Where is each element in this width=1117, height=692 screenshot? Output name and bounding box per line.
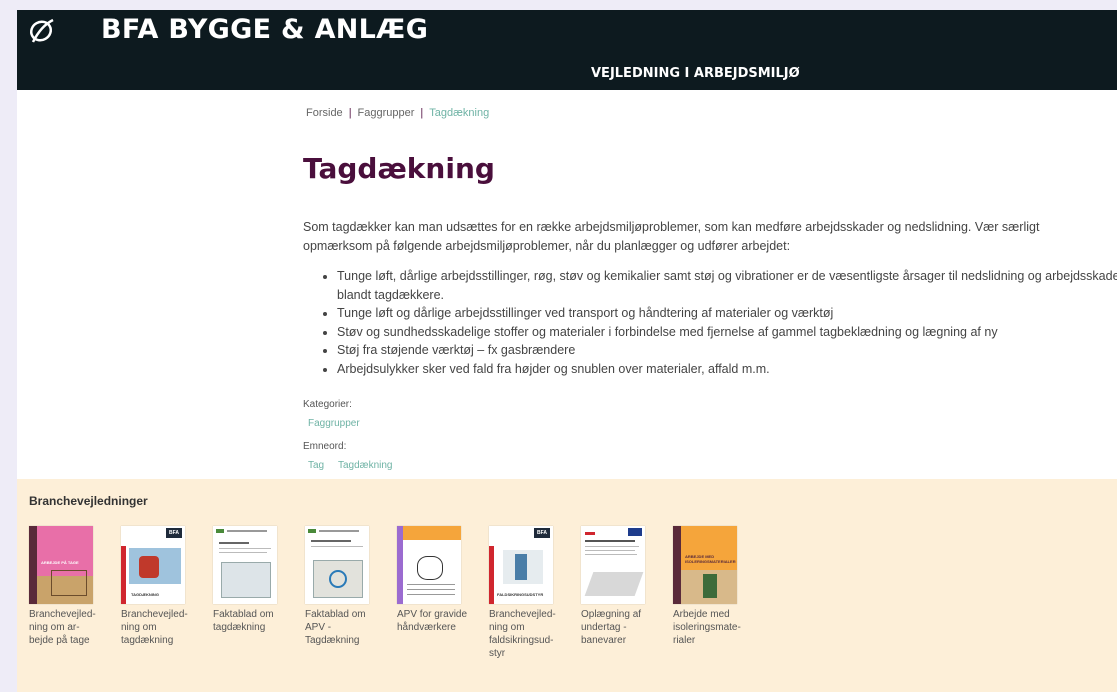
keywords-label: Emneord: — [303, 441, 347, 452]
issues-list: Tunge løft, dårlige arbejdsstillinger, r… — [303, 267, 1117, 378]
top-header: BFA BYGGE & ANLÆG VEJLEDNING I ARBEJDSMI… — [17, 10, 1117, 90]
guide-card[interactable]: Oplægning af undertag - banevarer — [581, 526, 655, 647]
guide-label[interactable]: Faktablad om APV - Tagdækning — [305, 608, 379, 647]
breadcrumb-separator: | — [348, 107, 352, 119]
breadcrumb-faggrupper[interactable]: Faggrupper — [358, 107, 415, 119]
breadcrumb-separator: | — [420, 107, 424, 119]
guide-card[interactable]: ARBEJDE MED ISOLERINGSMATERIALER Arbejde… — [673, 526, 747, 647]
guide-card[interactable]: BFA TAGDÆKNING Branchevejled-ning om tag… — [121, 526, 195, 647]
categories-label: Kategorier: — [303, 399, 352, 410]
list-item: Tunge løft og dårlige arbejdsstillinger … — [337, 304, 1117, 323]
guide-label[interactable]: APV for gravide håndværkere — [397, 608, 471, 634]
keyword-link-tagdaekning[interactable]: Tagdækning — [338, 460, 392, 471]
guide-cover-image[interactable]: ARBEJDE MED ISOLERINGSMATERIALER — [673, 526, 737, 604]
cover-text: TAGDÆKNING — [131, 592, 159, 597]
guide-label[interactable]: Oplægning af undertag - banevarer — [581, 608, 655, 647]
guide-label[interactable]: Branchevejled-ning om ar-bejde på tage — [29, 608, 103, 647]
guide-card[interactable]: ARBEJDE PÅ TAGE Branchevejled-ning om ar… — [29, 526, 103, 647]
list-item: Støj fra støjende værktøj – fx gasbrænde… — [337, 341, 1117, 360]
guide-card[interactable]: Faktablad om tagdækning — [213, 526, 287, 634]
guide-cover-image[interactable]: BFA FALDSIKRINGSUDSTYR — [489, 526, 553, 604]
brand-title[interactable]: BFA BYGGE & ANLÆG — [101, 14, 428, 45]
breadcrumb-forside[interactable]: Forside — [306, 107, 343, 119]
guide-label[interactable]: Faktablad om tagdækning — [213, 608, 287, 634]
breadcrumb: Forside | Faggrupper | Tagdækning — [306, 107, 489, 119]
keyword-link-tag[interactable]: Tag — [308, 460, 324, 471]
page: BFA BYGGE & ANLÆG VEJLEDNING I ARBEJDSMI… — [17, 10, 1117, 692]
guide-cover-image[interactable] — [213, 526, 277, 604]
guide-label[interactable]: Arbejde med isoleringsmate-rialer — [673, 608, 747, 647]
intro-text: Som tagdækker kan man udsættes for en ræ… — [303, 220, 1040, 253]
breadcrumb-current: Tagdækning — [429, 107, 490, 119]
category-link-faggrupper[interactable]: Faggrupper — [308, 418, 360, 429]
guide-cover-image[interactable] — [397, 526, 461, 604]
guide-cover-image[interactable] — [305, 526, 369, 604]
site-subtitle[interactable]: VEJLEDNING I ARBEJDSMILJØ — [591, 66, 800, 81]
page-title: Tagdækning — [303, 152, 495, 185]
guide-cover-image[interactable]: ARBEJDE PÅ TAGE — [29, 526, 93, 604]
guide-card[interactable]: BFA FALDSIKRINGSUDSTYR Branchevejled-nin… — [489, 526, 563, 660]
guide-cover-image[interactable]: BFA TAGDÆKNING — [121, 526, 185, 604]
cover-text: ARBEJDE PÅ TAGE — [41, 560, 79, 565]
branchevejledninger-section: Branchevejledninger ARBEJDE PÅ TAGE Bran… — [17, 479, 1117, 692]
guide-card[interactable]: Faktablad om APV - Tagdækning — [305, 526, 379, 647]
bfa-logo-icon[interactable] — [27, 16, 57, 46]
list-item: Tunge løft, dårlige arbejdsstillinger, r… — [337, 267, 1117, 304]
guide-label[interactable]: Branchevejled-ning om faldsikringsud-sty… — [489, 608, 563, 660]
guide-label[interactable]: Branchevejled-ning om tagdækning — [121, 608, 195, 647]
cover-text: FALDSIKRINGSUDSTYR — [497, 592, 544, 597]
cover-text: ARBEJDE MED ISOLERINGSMATERIALER — [685, 554, 736, 564]
list-item: Arbejdsulykker sker ved fald fra højder … — [337, 360, 1117, 379]
guide-cover-image[interactable] — [581, 526, 645, 604]
section-title: Branchevejledninger — [29, 494, 148, 508]
guide-card[interactable]: APV for gravide håndværkere — [397, 526, 471, 634]
list-item: Støv og sundhedsskadelige stoffer og mat… — [337, 323, 1117, 342]
